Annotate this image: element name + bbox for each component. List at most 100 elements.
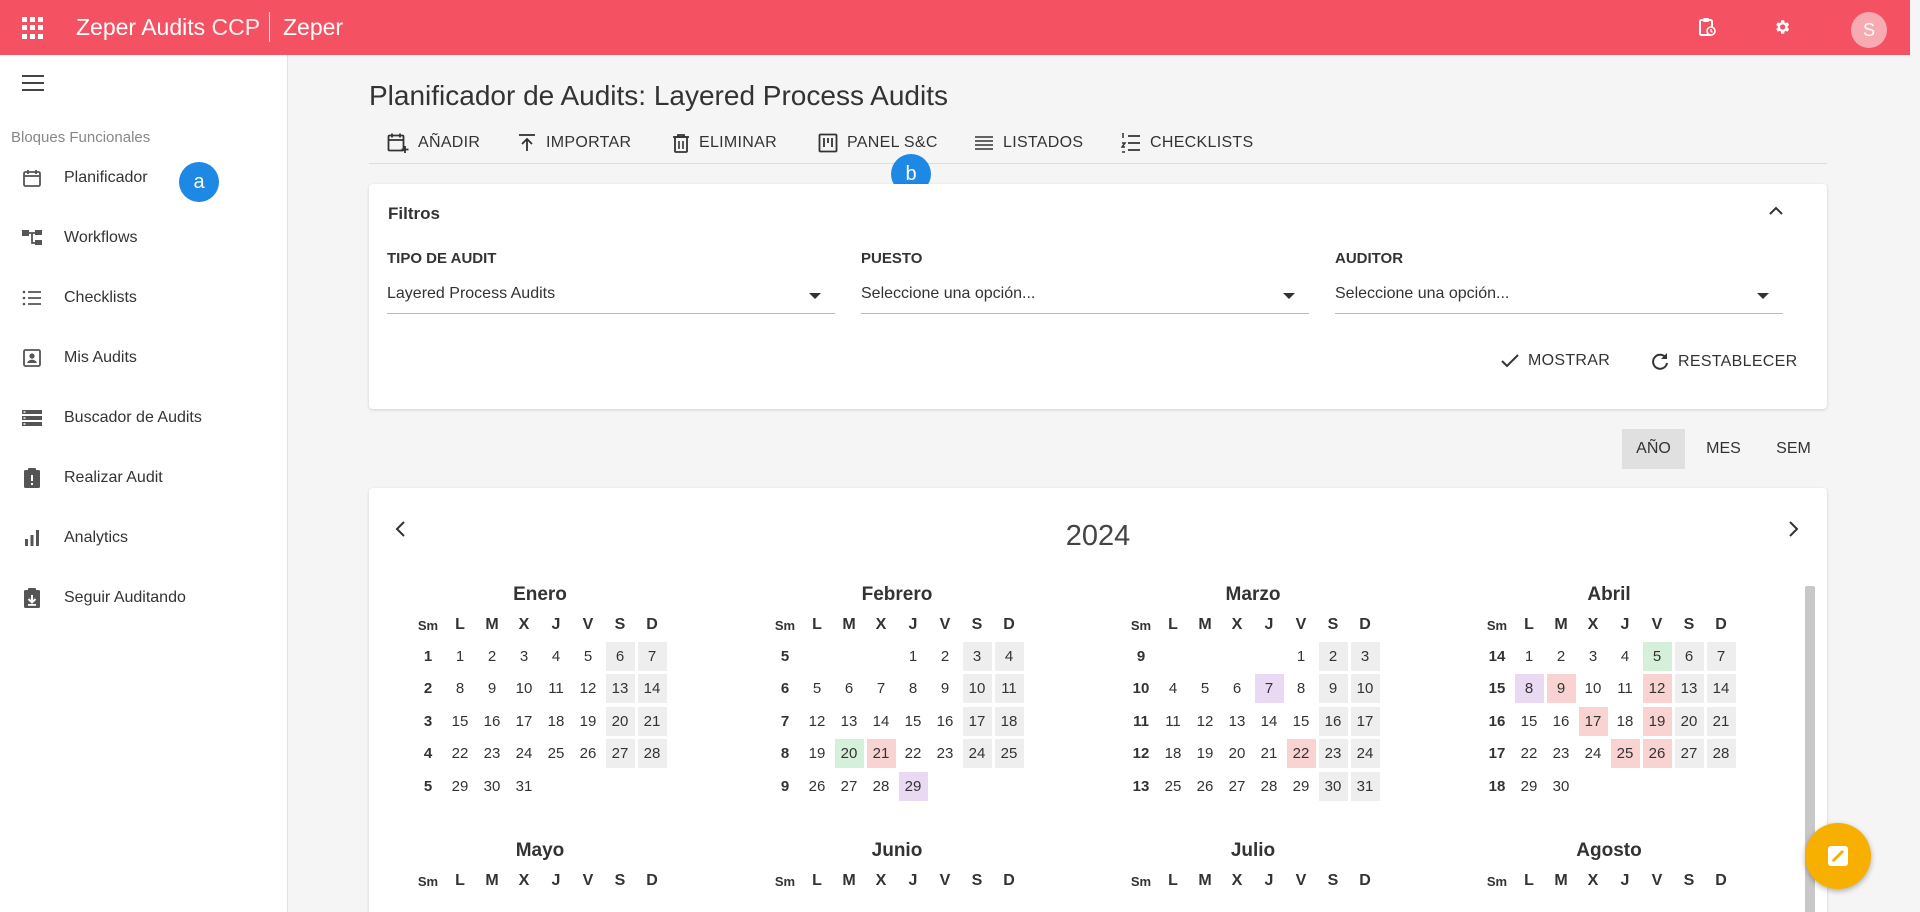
menu-icon[interactable] <box>22 75 44 91</box>
day-cell[interactable]: 12 <box>1189 705 1221 738</box>
day-cell[interactable]: 4 <box>540 640 572 673</box>
day-cell[interactable]: 24 <box>961 738 993 771</box>
day-cell[interactable]: 27 <box>1673 738 1705 771</box>
day-cell[interactable]: 23 <box>476 738 508 771</box>
day-cell[interactable]: 12 <box>572 673 604 706</box>
day-cell[interactable]: 25 <box>1157 770 1189 803</box>
day-cell[interactable]: 14 <box>1705 673 1737 706</box>
tipo-audit-select[interactable]: Layered Process Audits <box>387 278 835 314</box>
day-cell[interactable]: 20 <box>1221 738 1253 771</box>
day-cell[interactable]: 13 <box>604 673 636 706</box>
view-week-button[interactable]: SEM <box>1762 429 1825 469</box>
day-cell[interactable]: 21 <box>636 705 668 738</box>
day-cell[interactable]: 8 <box>444 673 476 706</box>
day-cell[interactable]: 5 <box>1641 640 1673 673</box>
day-cell[interactable]: 11 <box>540 673 572 706</box>
day-cell[interactable]: 8 <box>897 673 929 706</box>
day-cell[interactable]: 16 <box>476 705 508 738</box>
day-cell[interactable]: 3 <box>1349 640 1381 673</box>
day-cell[interactable]: 19 <box>572 705 604 738</box>
lists-button[interactable]: LISTADOS <box>974 128 1083 158</box>
day-cell[interactable]: 2 <box>1317 640 1349 673</box>
day-cell[interactable]: 13 <box>833 705 865 738</box>
day-cell[interactable]: 9 <box>1317 673 1349 706</box>
day-cell[interactable]: 9 <box>476 673 508 706</box>
day-cell[interactable]: 22 <box>1285 738 1317 771</box>
day-cell[interactable]: 13 <box>1673 673 1705 706</box>
sidebar-item-seguir-auditando[interactable]: Seguir Auditando <box>0 576 288 620</box>
day-cell[interactable]: 7 <box>1705 640 1737 673</box>
day-cell[interactable]: 4 <box>1157 673 1189 706</box>
day-cell[interactable]: 21 <box>865 738 897 771</box>
day-cell[interactable]: 25 <box>993 738 1025 771</box>
day-cell[interactable]: 20 <box>833 738 865 771</box>
day-cell[interactable]: 28 <box>1705 738 1737 771</box>
day-cell[interactable]: 3 <box>961 640 993 673</box>
day-cell[interactable]: 29 <box>897 770 929 803</box>
day-cell[interactable]: 16 <box>1545 705 1577 738</box>
day-cell[interactable]: 5 <box>1189 673 1221 706</box>
day-cell[interactable]: 7 <box>1253 673 1285 706</box>
day-cell[interactable]: 30 <box>476 770 508 803</box>
day-cell[interactable]: 9 <box>929 673 961 706</box>
day-cell[interactable]: 6 <box>1673 640 1705 673</box>
day-cell[interactable]: 27 <box>1221 770 1253 803</box>
chevron-up-icon[interactable] <box>1767 202 1785 225</box>
day-cell[interactable]: 31 <box>1349 770 1381 803</box>
day-cell[interactable]: 15 <box>1513 705 1545 738</box>
day-cell[interactable]: 28 <box>865 770 897 803</box>
day-cell[interactable]: 29 <box>1285 770 1317 803</box>
puesto-select[interactable]: Seleccione una opción... <box>861 278 1309 314</box>
day-cell[interactable]: 29 <box>444 770 476 803</box>
day-cell[interactable]: 12 <box>1641 673 1673 706</box>
day-cell[interactable]: 28 <box>1253 770 1285 803</box>
chevron-right-icon[interactable] <box>1785 520 1801 543</box>
day-cell[interactable]: 8 <box>1285 673 1317 706</box>
import-button[interactable]: IMPORTAR <box>517 128 631 158</box>
auditor-select[interactable]: Seleccione una opción... <box>1335 278 1783 314</box>
day-cell[interactable]: 3 <box>508 640 540 673</box>
day-cell[interactable]: 26 <box>1189 770 1221 803</box>
day-cell[interactable]: 18 <box>1609 705 1641 738</box>
sidebar-item-checklists[interactable]: Checklists <box>0 276 288 320</box>
view-year-button[interactable]: AÑO <box>1622 429 1685 469</box>
sidebar-item-planificador[interactable]: Planificador <box>0 156 288 200</box>
day-cell[interactable]: 19 <box>801 738 833 771</box>
day-cell[interactable]: 17 <box>1577 705 1609 738</box>
day-cell[interactable]: 7 <box>865 673 897 706</box>
day-cell[interactable]: 6 <box>1221 673 1253 706</box>
day-cell[interactable]: 8 <box>1513 673 1545 706</box>
day-cell[interactable]: 12 <box>801 705 833 738</box>
day-cell[interactable]: 4 <box>993 640 1025 673</box>
day-cell[interactable]: 23 <box>1317 738 1349 771</box>
day-cell[interactable]: 11 <box>1157 705 1189 738</box>
day-cell[interactable]: 29 <box>1513 770 1545 803</box>
day-cell[interactable]: 3 <box>1577 640 1609 673</box>
day-cell[interactable]: 17 <box>1349 705 1381 738</box>
day-cell[interactable]: 19 <box>1189 738 1221 771</box>
day-cell[interactable]: 20 <box>1673 705 1705 738</box>
day-cell[interactable]: 6 <box>833 673 865 706</box>
feedback-fab-button[interactable] <box>1805 823 1871 889</box>
day-cell[interactable]: 4 <box>1609 640 1641 673</box>
day-cell[interactable]: 10 <box>508 673 540 706</box>
day-cell[interactable]: 10 <box>961 673 993 706</box>
view-month-button[interactable]: MES <box>1692 429 1755 469</box>
day-cell[interactable]: 18 <box>540 705 572 738</box>
add-button[interactable]: AÑADIR <box>387 128 480 158</box>
day-cell[interactable]: 10 <box>1577 673 1609 706</box>
day-cell[interactable]: 5 <box>801 673 833 706</box>
day-cell[interactable]: 6 <box>604 640 636 673</box>
day-cell[interactable]: 5 <box>572 640 604 673</box>
day-cell[interactable]: 17 <box>508 705 540 738</box>
app-name[interactable]: Zeper Audits CCP <box>76 14 260 41</box>
day-cell[interactable]: 23 <box>1545 738 1577 771</box>
sidebar-item-buscador[interactable]: Buscador de Audits <box>0 396 288 440</box>
day-cell[interactable]: 17 <box>961 705 993 738</box>
day-cell[interactable]: 2 <box>476 640 508 673</box>
day-cell[interactable]: 11 <box>993 673 1025 706</box>
day-cell[interactable]: 27 <box>604 738 636 771</box>
day-cell[interactable]: 2 <box>929 640 961 673</box>
day-cell[interactable]: 24 <box>1349 738 1381 771</box>
day-cell[interactable]: 13 <box>1221 705 1253 738</box>
